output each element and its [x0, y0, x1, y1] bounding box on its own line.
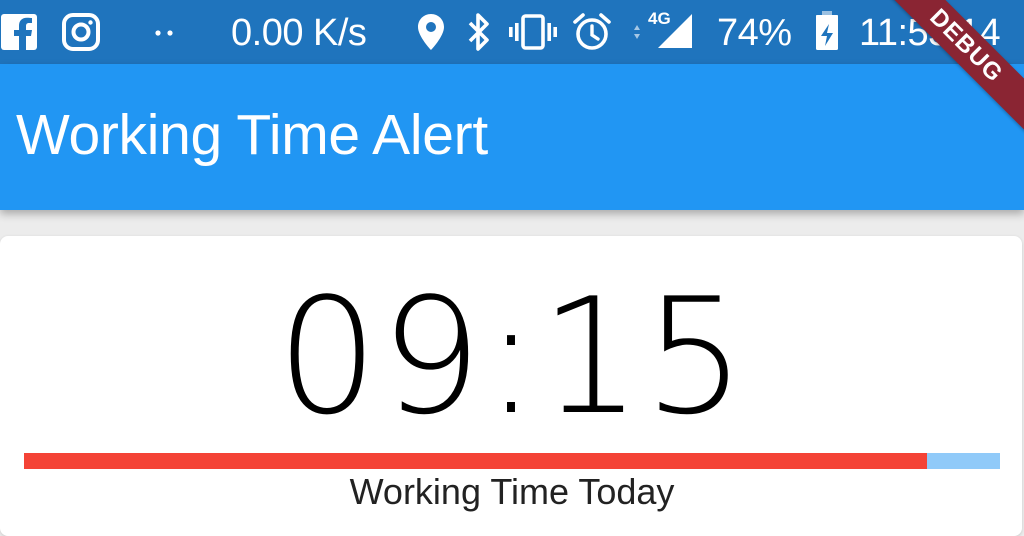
working-time-progress-bar	[24, 453, 1000, 469]
more-notifications-icon	[153, 12, 177, 52]
vibrate-icon	[508, 12, 558, 52]
instagram-icon	[62, 12, 100, 52]
network-speed: 0.00 K/s	[231, 12, 367, 54]
alarm-icon	[572, 12, 612, 52]
working-time-progress-fill	[24, 453, 927, 469]
network-type-label: 4G	[648, 9, 671, 28]
battery-icon	[812, 10, 842, 52]
location-icon	[416, 12, 446, 52]
working-time-display: 09:15	[276, 263, 748, 450]
status-bar: 0.00 K/s 4G 74%	[0, 0, 1024, 64]
bluetooth-icon	[465, 12, 493, 52]
battery-percent: 74%	[717, 12, 792, 54]
app-bar: Working Time Alert	[0, 64, 1024, 210]
working-time-subtitle: Working Time Today	[349, 471, 675, 512]
page-title: Working Time Alert	[16, 103, 488, 167]
signal-icon: 4G	[628, 10, 696, 52]
facebook-icon	[0, 12, 38, 52]
